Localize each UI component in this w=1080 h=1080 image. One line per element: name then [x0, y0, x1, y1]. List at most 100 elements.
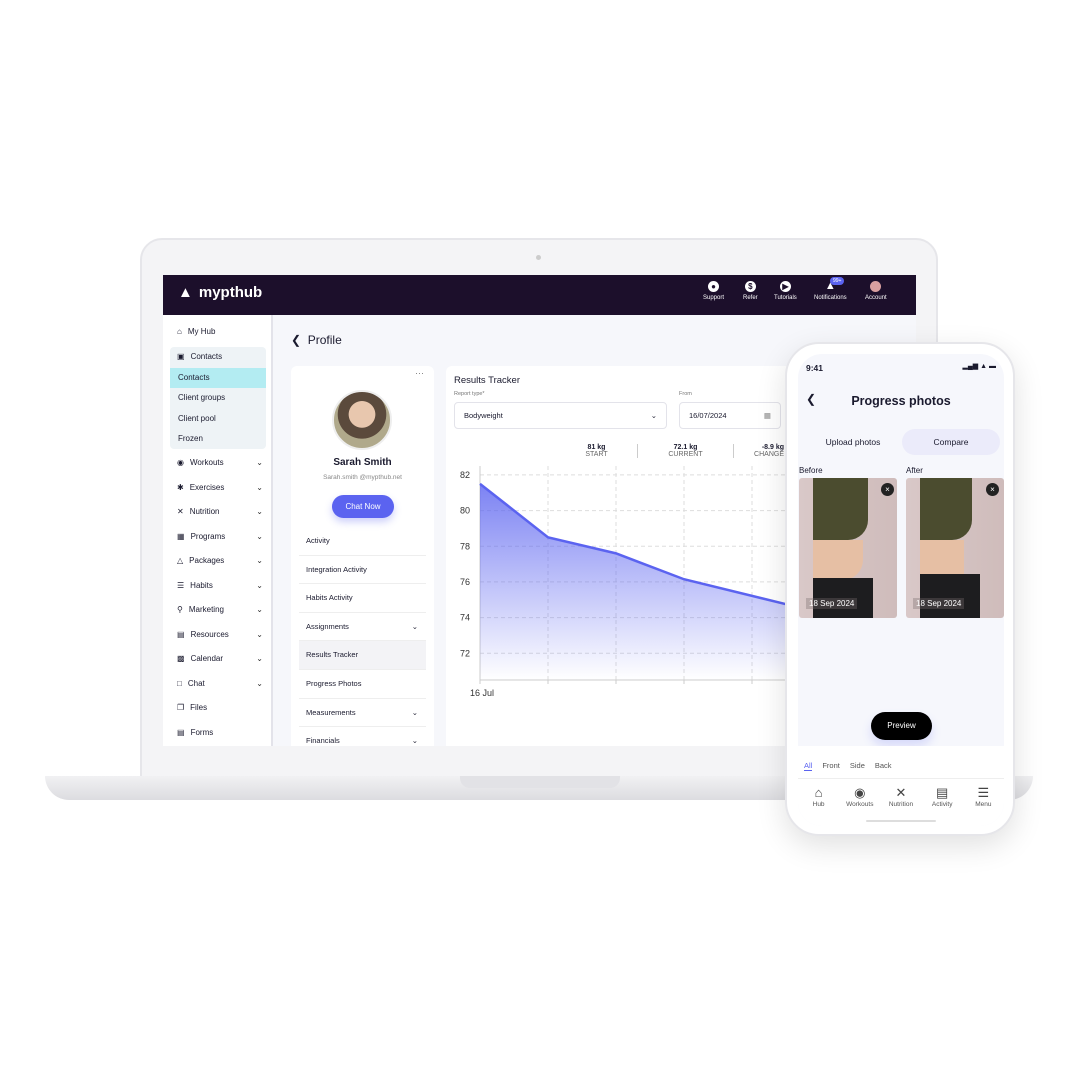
sidebar-sub-client-groups[interactable]: Client groups — [170, 388, 266, 408]
before-photo[interactable]: × 18 Sep 2024 — [799, 478, 897, 618]
nav-nutrition[interactable]: ✕ Nutrition — [883, 785, 919, 808]
report-type-select[interactable]: Bodyweight ⌄ — [454, 402, 667, 429]
sidebar-item-nutrition[interactable]: ✕ Nutrition ⌄ — [177, 507, 263, 516]
chevron-down-icon: ⌄ — [256, 630, 263, 639]
y-tick-label: 74 — [460, 613, 470, 623]
profile-name: Sarah Smith — [333, 457, 392, 468]
filter-all[interactable]: All — [804, 761, 813, 771]
after-label: After — [906, 466, 923, 475]
preview-button[interactable]: Preview — [871, 712, 932, 740]
calendar-icon: ▩ — [177, 654, 185, 663]
filter-back[interactable]: Back — [875, 761, 892, 771]
activity-icon: ▤ — [936, 785, 949, 800]
before-date: 18 Sep 2024 — [806, 598, 858, 609]
menu-progress-photos[interactable]: Progress Photos — [299, 670, 426, 699]
run-icon: ✱ — [177, 483, 184, 492]
phone-frame: 9:41 ▂▄▆ ▲ ▬ ❮ Progress photos Upload ph… — [785, 342, 1015, 836]
chevron-down-icon: ⌄ — [256, 532, 263, 541]
sidebar-item-workouts[interactable]: ◉ Workouts ⌄ — [177, 458, 263, 467]
menu-assignments[interactable]: Assignments ⌄ — [299, 613, 426, 642]
sidebar-item-packages[interactable]: △ Packages ⌄ — [177, 556, 263, 565]
chevron-down-icon: ⌄ — [256, 679, 263, 688]
remove-icon[interactable]: × — [986, 483, 999, 496]
profile-menu: Activity Integration Activity Habits Act… — [299, 527, 426, 746]
menu-integration-activity[interactable]: Integration Activity — [299, 556, 426, 585]
menu-measurements[interactable]: Measurements ⌄ — [299, 699, 426, 728]
menu-icon: ☰ — [977, 785, 990, 800]
workouts-icon: ◉ — [177, 458, 184, 467]
calendar-icon: ▦ — [763, 411, 771, 420]
support-button[interactable]: ● Support — [703, 281, 724, 301]
headset-icon: ● — [708, 281, 719, 292]
sidebar-item-contacts[interactable]: ▣ Contacts — [177, 352, 263, 361]
refer-button[interactable]: $ Refer — [743, 281, 758, 301]
avatar-icon — [870, 281, 882, 292]
report-type-label: Report type* — [454, 391, 485, 397]
tab-upload-photos[interactable]: Upload photos — [808, 429, 898, 455]
chevron-down-icon: ⌄ — [411, 707, 418, 717]
filter-front[interactable]: Front — [822, 761, 840, 771]
avatar — [332, 390, 392, 450]
notification-badge: 99+ — [830, 277, 845, 285]
nav-workouts[interactable]: ◉ Workouts — [842, 785, 878, 808]
back-icon[interactable]: ❮ — [291, 333, 301, 347]
remove-icon[interactable]: × — [881, 483, 894, 496]
bottom-panel: All Front Side Back ⌂ Hub ◉ Workouts ✕ Nutr… — [798, 746, 1004, 826]
account-button[interactable]: Account — [865, 281, 887, 301]
nav-activity[interactable]: ▤ Activity — [924, 785, 960, 808]
nav-hub[interactable]: ⌂ Hub — [801, 785, 837, 808]
filter-tabs: All Front Side Back — [804, 761, 892, 771]
menu-habits-activity[interactable]: Habits Activity — [299, 584, 426, 613]
stat-change: -8.9 kg CHANGE — [754, 444, 784, 458]
stat-current: 72.1 kg CURRENT — [638, 444, 734, 458]
sidebar-item-files[interactable]: ❐ Files — [177, 703, 263, 712]
y-tick-label: 82 — [460, 470, 470, 480]
after-date: 18 Sep 2024 — [913, 598, 965, 609]
phone-title: Progress photos — [851, 394, 951, 408]
chevron-down-icon: ⌄ — [256, 654, 263, 663]
sidebar-item-exercises[interactable]: ✱ Exercises ⌄ — [177, 483, 263, 492]
sidebar-sub-client-pool[interactable]: Client pool — [170, 409, 266, 429]
bottom-nav: ⌂ Hub ◉ Workouts ✕ Nutrition ▤ Activity ☰ Men… — [798, 778, 1004, 808]
list-icon: ☰ — [177, 581, 185, 590]
chevron-down-icon: ⌄ — [650, 411, 657, 420]
sidebar-item-resources[interactable]: ▤ Resources ⌄ — [177, 630, 263, 639]
stats-row: 81 kg START 72.1 kg CURRENT -8.9 kg CHANGE — [556, 444, 784, 458]
menu-activity[interactable]: Activity — [299, 527, 426, 556]
menu-results-tracker[interactable]: Results Tracker — [299, 641, 426, 670]
sidebar-item-programs[interactable]: ▦ Programs ⌄ — [177, 532, 263, 541]
y-tick-label: 80 — [460, 506, 470, 516]
sidebar-item-calendar[interactable]: ▩ Calendar ⌄ — [177, 654, 263, 663]
chat-icon: □ — [177, 679, 182, 688]
page-header: ❮ Profile — [291, 333, 342, 347]
sidebar-item-habits[interactable]: ☰ Habits ⌄ — [177, 581, 263, 590]
laptop-notch — [460, 776, 620, 788]
more-icon[interactable]: ··· — [415, 368, 424, 378]
sidebar-item-my-hub[interactable]: ⌂ My Hub — [177, 327, 263, 336]
from-date-input[interactable]: 16/07/2024 ▦ — [679, 402, 781, 429]
from-label: From — [679, 391, 692, 397]
sidebar-item-chat[interactable]: □ Chat ⌄ — [177, 679, 263, 688]
sidebar-sub-frozen[interactable]: Frozen — [170, 429, 266, 449]
chevron-down-icon: ⌄ — [411, 621, 418, 631]
fork-icon: ✕ — [177, 507, 184, 516]
nav-menu[interactable]: ☰ Menu — [965, 785, 1001, 808]
home-icon: ⌂ — [814, 785, 823, 800]
tab-compare[interactable]: Compare — [902, 429, 1000, 455]
chat-now-button[interactable]: Chat Now — [332, 495, 394, 518]
menu-financials[interactable]: Financials ⌄ — [299, 727, 426, 746]
chevron-down-icon: ⌄ — [256, 605, 263, 614]
chevron-down-icon: ⌄ — [256, 458, 263, 467]
after-photo[interactable]: × 18 Sep 2024 — [906, 478, 1004, 618]
filter-side[interactable]: Side — [850, 761, 865, 771]
sidebar-item-forms[interactable]: ▤ Forms — [177, 728, 263, 737]
sidebar-sub-contacts[interactable]: Contacts — [170, 368, 266, 388]
dollar-icon: $ — [744, 281, 756, 292]
y-tick-label: 78 — [460, 541, 470, 551]
archive-icon: ▤ — [177, 630, 185, 639]
sidebar-item-marketing[interactable]: ⚲ Marketing ⌄ — [177, 605, 263, 614]
before-label: Before — [799, 466, 823, 475]
tutorials-button[interactable]: ▶ Tutorials — [774, 281, 797, 301]
sidebar: ⌂ My Hub ▣ Contacts Contacts Client groups… — [163, 315, 273, 746]
logo[interactable]: ▲ mypthub — [178, 284, 262, 301]
